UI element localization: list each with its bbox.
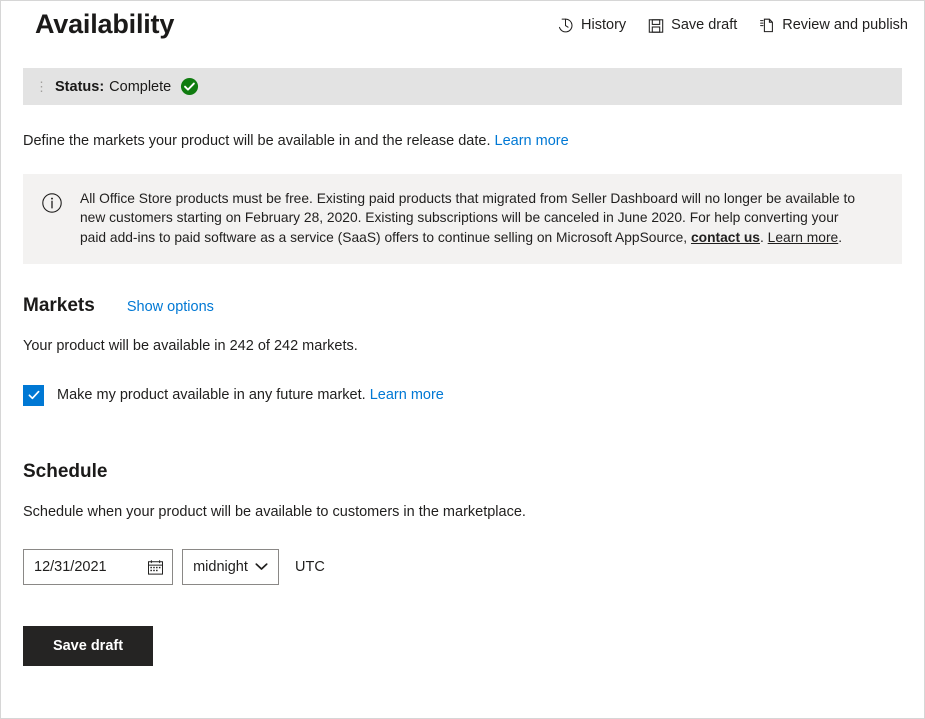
history-button[interactable]: History: [557, 17, 626, 34]
future-market-checkbox[interactable]: [23, 384, 44, 406]
future-market-checkbox-label: Make my product available in any future …: [57, 387, 444, 403]
save-draft-command[interactable]: Save draft: [648, 18, 737, 34]
release-date-input[interactable]: 12/31/2021: [23, 549, 173, 586]
markets-section-header: Markets Show options: [23, 296, 902, 315]
history-icon: [557, 17, 574, 34]
release-time-select[interactable]: midnight: [182, 549, 279, 586]
status-value: Complete: [109, 78, 172, 95]
schedule-section-header: Schedule: [23, 462, 902, 481]
intro-learn-more-link[interactable]: Learn more: [495, 133, 569, 149]
status-badge: ⋮ Status: Complete: [23, 68, 902, 105]
page-header: Availability History Save draft Review a…: [1, 1, 924, 53]
contact-us-link[interactable]: contact us: [691, 230, 760, 245]
future-market-learn-more-link[interactable]: Learn more: [370, 387, 444, 403]
schedule-title: Schedule: [23, 460, 108, 482]
save-draft-command-label: Save draft: [671, 17, 738, 34]
save-icon: [648, 18, 664, 34]
info-circle-icon: [41, 192, 63, 249]
schedule-controls: 12/31/2021 midnight UTC: [23, 549, 902, 586]
timezone-label: UTC: [295, 559, 325, 576]
save-draft-button[interactable]: Save draft: [23, 626, 153, 667]
command-bar: History Save draft Review and publish: [557, 17, 908, 34]
checkmark-circle-icon: [180, 77, 199, 96]
markets-title: Markets: [23, 295, 95, 317]
notice-separator: .: [759, 230, 764, 246]
info-notice-text: All Office Store products must be free. …: [80, 189, 865, 249]
schedule-description: Schedule when your product will be avail…: [23, 503, 526, 520]
checkmark-icon: [28, 390, 39, 400]
chevron-down-icon: [255, 558, 268, 576]
availability-page: Availability History Save draft Review a…: [0, 0, 925, 719]
review-publish-label: Review and publish: [782, 17, 908, 34]
future-market-label-text: Make my product available in any future …: [57, 387, 366, 404]
release-time-value: midnight: [193, 559, 248, 576]
info-notice: All Office Store products must be free. …: [23, 173, 902, 265]
review-publish-button[interactable]: Review and publish: [759, 17, 908, 34]
show-options-link[interactable]: Show options: [127, 299, 214, 315]
markets-availability-text: Your product will be available in 242 of…: [23, 338, 358, 355]
notice-learn-more-link[interactable]: Learn more: [768, 230, 839, 245]
publish-page-icon: [759, 17, 775, 34]
notice-period: .: [838, 230, 843, 246]
history-label: History: [581, 17, 627, 34]
page-title: Availability: [35, 9, 175, 39]
status-drag-dots-icon: ⋮: [35, 79, 48, 94]
future-market-checkbox-row: Make my product available in any future …: [23, 384, 902, 406]
intro-text: Define the markets your product will be …: [23, 132, 902, 152]
calendar-icon[interactable]: [147, 559, 164, 576]
intro-description: Define the markets your product will be …: [23, 133, 491, 149]
status-label: Status:: [55, 78, 105, 95]
release-date-value: 12/31/2021: [34, 559, 107, 576]
